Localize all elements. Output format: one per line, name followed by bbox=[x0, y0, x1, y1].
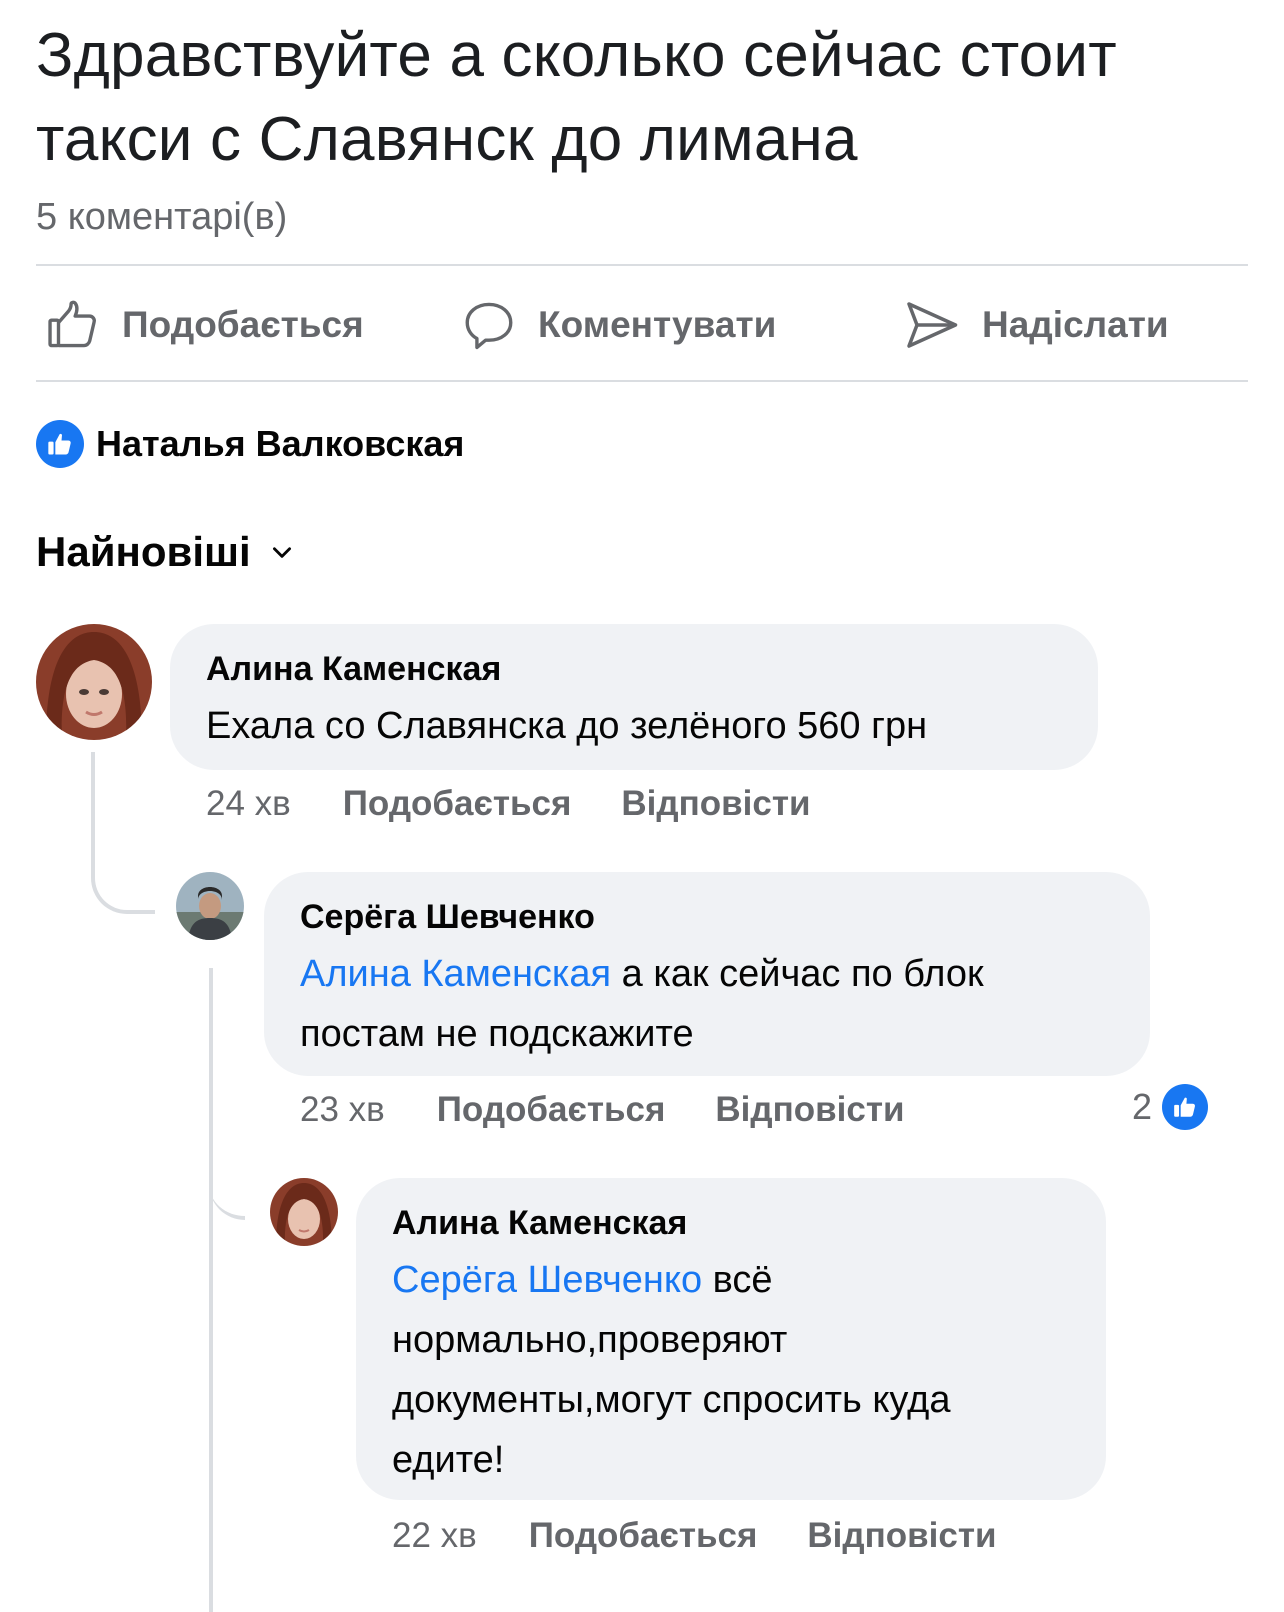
like-reaction-icon bbox=[36, 420, 84, 468]
post-page: Здравствуйте а сколько сейчас стоит такс… bbox=[0, 0, 1284, 1612]
mention-link[interactable]: Серёга Шевченко bbox=[392, 1259, 702, 1301]
send-button-label: Надіслати bbox=[982, 304, 1169, 345]
comment-bubble-2: Серёга Шевченко Алина Каменская а как се… bbox=[264, 872, 1150, 1076]
comment-author[interactable]: Серёга Шевченко bbox=[300, 898, 595, 937]
like-button-label: Подобається bbox=[122, 304, 364, 345]
comment-text-line: постам не подскажите bbox=[300, 1013, 694, 1055]
comment-bubble-1: Алина Каменская Ехала со Славянска до зе… bbox=[170, 624, 1098, 770]
comment-button[interactable]: Коментувати bbox=[460, 290, 776, 360]
post-text-line-1: Здравствуйте а сколько сейчас стоит bbox=[36, 21, 1117, 90]
comment-text: Серёга Шевченко всё нормально,проверяют … bbox=[392, 1250, 1092, 1490]
comment-text: Ехала со Славянска до зелёного 560 грн bbox=[206, 705, 928, 747]
comment-author[interactable]: Алина Каменская bbox=[206, 650, 501, 689]
avatar-serega[interactable] bbox=[176, 872, 244, 940]
thread-connector-1 bbox=[91, 752, 155, 914]
divider-top bbox=[36, 264, 1248, 266]
comment-like-button[interactable]: Подобається bbox=[529, 1516, 758, 1556]
comment-meta-2: 23 хв Подобається Відповісти bbox=[300, 1090, 955, 1130]
comment-text-line: едите! bbox=[392, 1439, 505, 1481]
comment-text-part: а как сейчас по блок bbox=[611, 953, 984, 995]
comment-time[interactable]: 23 хв bbox=[300, 1090, 385, 1130]
send-button[interactable]: Надіслати bbox=[902, 290, 1169, 360]
comment-bubble-3: Алина Каменская Серёга Шевченко всё норм… bbox=[356, 1178, 1106, 1500]
post-actions-bar: Подобається Коментувати Надіслати bbox=[36, 290, 1248, 360]
comment-like-button[interactable]: Подобається bbox=[343, 784, 572, 824]
speech-bubble-icon bbox=[465, 302, 513, 350]
send-arrow-icon bbox=[907, 302, 958, 348]
comment-reply-button[interactable]: Відповісти bbox=[807, 1516, 996, 1556]
comment-text-line: документы,могут спросить куда bbox=[392, 1379, 951, 1421]
like-button[interactable]: Подобається bbox=[44, 290, 364, 360]
avatar-alina-1[interactable] bbox=[36, 624, 152, 740]
thread-connector-2 bbox=[209, 1180, 245, 1220]
comment-like-button[interactable]: Подобається bbox=[437, 1090, 666, 1130]
comment-sort-dropdown[interactable]: Найновіші bbox=[36, 528, 295, 576]
comment-button-label: Коментувати bbox=[538, 304, 777, 345]
like-reaction-icon bbox=[1162, 1084, 1209, 1130]
chevron-down-icon bbox=[272, 547, 291, 558]
comment-text-line: нормально,проверяют bbox=[392, 1319, 788, 1361]
comment-text: Алина Каменская а как сейчас по блок пос… bbox=[300, 944, 1140, 1064]
post-text: Здравствуйте а сколько сейчас стоит такс… bbox=[36, 14, 1256, 182]
thread-line-2 bbox=[209, 968, 213, 1612]
mention-link[interactable]: Алина Каменская bbox=[300, 953, 611, 995]
reactions-summary[interactable]: Наталья Валковская bbox=[36, 420, 464, 468]
comment-reply-button[interactable]: Відповісти bbox=[621, 784, 810, 824]
comment-time[interactable]: 24 хв bbox=[206, 784, 291, 824]
comment-count[interactable]: 5 коментарі(в) bbox=[36, 196, 287, 239]
reaction-count-number: 2 bbox=[1132, 1086, 1153, 1127]
comment-author[interactable]: Алина Каменская bbox=[392, 1204, 687, 1243]
comment-time[interactable]: 22 хв bbox=[392, 1516, 477, 1556]
divider-bottom bbox=[36, 380, 1248, 382]
comment-meta-3: 22 хв Подобається Відповісти bbox=[392, 1516, 1047, 1556]
comment-meta-1: 24 хв Подобається Відповісти bbox=[206, 784, 861, 824]
thumbs-up-icon bbox=[48, 300, 96, 348]
comment-text-part: всё bbox=[702, 1259, 773, 1301]
sort-label: Найновіші bbox=[36, 528, 251, 575]
comment-reply-button[interactable]: Відповісти bbox=[715, 1090, 904, 1130]
post-text-line-2: такси с Славянск до лимана bbox=[36, 105, 858, 174]
comment-reaction-count[interactable]: 2 bbox=[1132, 1084, 1209, 1130]
reactor-name: Наталья Валковская bbox=[96, 423, 465, 464]
avatar-alina-2[interactable] bbox=[270, 1178, 338, 1246]
